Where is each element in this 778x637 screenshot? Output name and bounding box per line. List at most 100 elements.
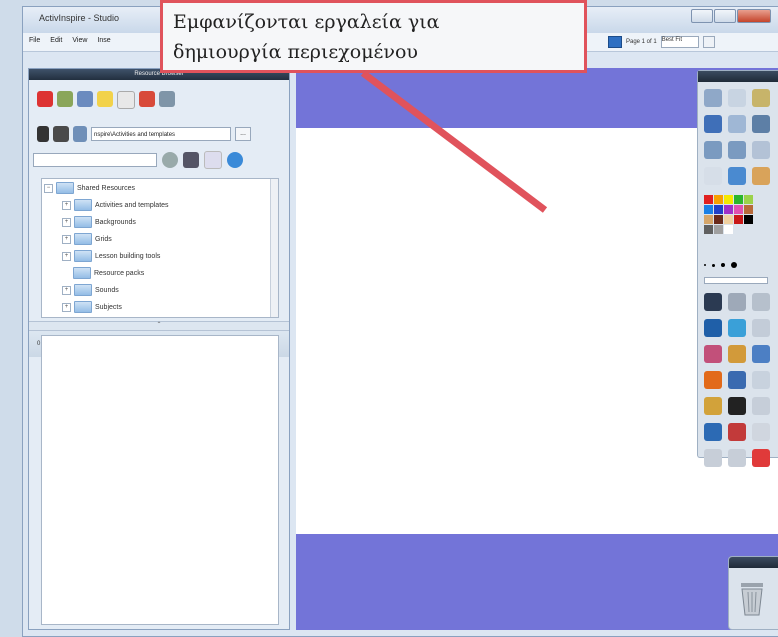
page-select-icon[interactable] [728, 89, 746, 107]
color-swatch[interactable] [724, 225, 733, 234]
fill-bucket-icon[interactable] [704, 397, 722, 415]
expand-icon[interactable]: + [62, 302, 71, 312]
color-swatch[interactable] [744, 215, 753, 224]
shape-icon[interactable] [752, 345, 770, 363]
previous-page-icon[interactable] [704, 141, 722, 159]
camera-icon[interactable] [704, 423, 722, 441]
color-swatch[interactable] [714, 195, 723, 204]
page-icon[interactable] [204, 151, 222, 169]
voting-browser-icon[interactable] [159, 91, 175, 107]
color-swatch[interactable] [744, 205, 753, 214]
connector-icon[interactable] [728, 371, 746, 389]
record-icon[interactable] [728, 423, 746, 441]
redo-icon[interactable] [728, 449, 746, 467]
magnify-icon[interactable] [728, 115, 746, 133]
delete-icon[interactable] [752, 449, 770, 467]
collapse-icon[interactable]: − [44, 183, 53, 193]
tree-item[interactable]: + Sounds [62, 282, 119, 298]
search-input[interactable] [33, 153, 157, 167]
globe-icon[interactable] [227, 152, 243, 168]
page-icon[interactable] [608, 36, 622, 48]
magic-ink-icon[interactable] [752, 319, 770, 337]
color-swatch[interactable] [704, 205, 713, 214]
color-swatch[interactable] [724, 195, 733, 204]
minimize-button[interactable] [691, 9, 713, 23]
highlighter-icon[interactable] [752, 167, 770, 185]
shape-tool-icon[interactable] [704, 371, 722, 389]
undo-icon[interactable] [704, 449, 722, 467]
paste-icon[interactable] [752, 423, 770, 441]
menu-view[interactable]: View [72, 37, 87, 44]
shared-resources-icon[interactable] [53, 126, 69, 142]
expand-icon[interactable]: + [62, 285, 71, 295]
image-icon[interactable] [704, 115, 722, 133]
maximize-button[interactable] [714, 9, 736, 23]
menu-file[interactable]: File [29, 37, 40, 44]
main-menu-icon[interactable] [704, 89, 722, 107]
check-icon[interactable] [752, 89, 770, 107]
tree-scrollbar[interactable] [270, 179, 278, 317]
path-field[interactable]: nspire\Activities and templates [91, 127, 231, 141]
toolbox-header[interactable] [698, 71, 778, 82]
my-resources-icon[interactable] [37, 126, 49, 142]
color-swatch[interactable] [714, 225, 723, 234]
zoom-dropdown-icon[interactable] [702, 36, 715, 48]
desktop-icon[interactable] [704, 167, 722, 185]
color-swatch[interactable] [734, 205, 743, 214]
color-swatch[interactable] [744, 195, 753, 204]
tree-item[interactable]: + Lesson building tools [62, 248, 160, 264]
color-swatch[interactable] [714, 205, 723, 214]
property-browser-icon[interactable] [77, 91, 93, 107]
next-page-icon[interactable] [728, 141, 746, 159]
browser-icon[interactable] [752, 115, 770, 133]
color-swatch[interactable] [704, 225, 713, 234]
resource-library-icon[interactable] [37, 91, 53, 107]
undo-page-icon[interactable] [752, 141, 770, 159]
tree-item[interactable]: + Grids [62, 231, 112, 247]
search-icon[interactable] [162, 152, 178, 168]
text-icon[interactable] [728, 397, 746, 415]
menu-edit[interactable]: Edit [50, 37, 62, 44]
pen-icon[interactable] [704, 319, 722, 337]
hand-icon[interactable] [752, 293, 770, 311]
page-browser-icon[interactable] [57, 91, 73, 107]
tree-item[interactable]: + Backgrounds [62, 214, 136, 230]
menu-insert[interactable]: Inse [97, 37, 110, 44]
tree-root[interactable]: − Shared Resources [44, 180, 135, 196]
object-browser-icon[interactable] [117, 91, 135, 109]
color-swatch[interactable] [714, 215, 723, 224]
notes-browser-icon[interactable] [97, 91, 113, 107]
color-swatch[interactable] [704, 195, 713, 204]
grid-view-icon[interactable] [183, 152, 199, 168]
color-swatch[interactable] [734, 195, 743, 204]
items-area[interactable] [41, 335, 279, 625]
tree-item[interactable]: + Subjects [62, 299, 122, 315]
width-slider[interactable] [704, 277, 768, 284]
pen-width-selector[interactable] [704, 261, 770, 269]
zoom-select[interactable]: Best Fit [660, 36, 699, 48]
color-swatch[interactable] [724, 205, 733, 214]
highlighter-tool-icon[interactable] [728, 319, 746, 337]
color-swatch[interactable] [734, 215, 743, 224]
duplicate-icon[interactable] [752, 371, 770, 389]
folder-icon[interactable] [73, 126, 87, 142]
eraser-icon[interactable] [704, 345, 722, 363]
expand-icon[interactable]: + [62, 234, 71, 244]
action-browser-icon[interactable] [139, 91, 155, 107]
expand-icon[interactable]: + [62, 217, 71, 227]
fill-icon[interactable] [728, 345, 746, 363]
tree-item[interactable]: + Activities and templates [62, 197, 169, 213]
select-icon[interactable] [704, 293, 722, 311]
trash-can-icon[interactable] [739, 581, 765, 617]
color-swatch[interactable] [724, 215, 733, 224]
panel-splitter[interactable]: ⌃ [29, 321, 289, 331]
color-swatch[interactable] [704, 215, 713, 224]
clear-icon[interactable] [752, 397, 770, 415]
marquee-icon[interactable] [728, 293, 746, 311]
expand-icon[interactable]: + [62, 200, 71, 210]
tree-item[interactable]: Resource packs [73, 265, 144, 281]
browse-button[interactable]: ... [235, 127, 251, 141]
close-button[interactable] [737, 9, 771, 23]
expand-icon[interactable]: + [62, 251, 71, 261]
pen-tool-icon[interactable] [728, 167, 746, 185]
